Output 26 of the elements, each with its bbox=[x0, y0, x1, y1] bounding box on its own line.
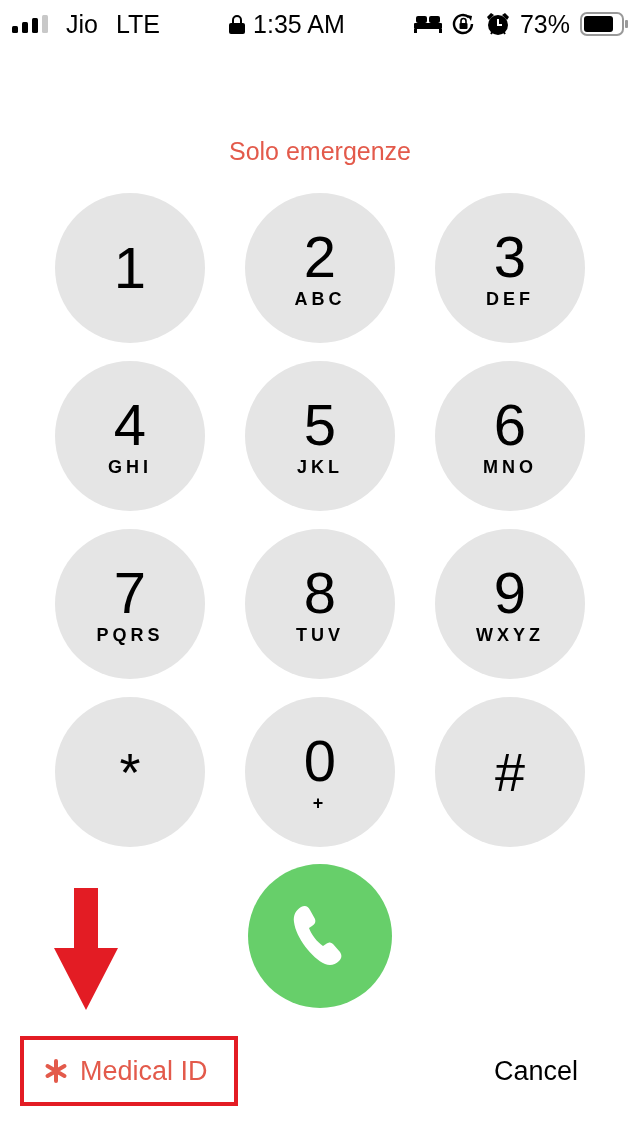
dial-key[interactable]: 9 WXYZ bbox=[435, 529, 585, 679]
rotation-lock-icon bbox=[451, 13, 476, 35]
dial-key[interactable]: * bbox=[55, 697, 205, 847]
cancel-button[interactable]: Cancel bbox=[493, 1055, 578, 1087]
lock-icon bbox=[229, 14, 246, 34]
asterisk-icon bbox=[44, 1059, 68, 1083]
bed-icon bbox=[413, 15, 442, 33]
dial-key[interactable]: 3 DEF bbox=[435, 193, 585, 343]
alarm-icon bbox=[485, 12, 510, 36]
dial-key[interactable]: 7 PQRS bbox=[55, 529, 205, 679]
battery-icon bbox=[580, 12, 628, 36]
emergency-only-label: Solo emergenze bbox=[228, 136, 412, 166]
dial-key[interactable]: 1 bbox=[55, 193, 205, 343]
dial-key[interactable]: 2 ABC bbox=[245, 193, 395, 343]
battery-percentage: 73% bbox=[519, 9, 570, 39]
medical-id-button[interactable]: Medical ID bbox=[24, 1055, 208, 1087]
dial-key[interactable]: 0 + bbox=[245, 697, 395, 847]
dial-key[interactable]: 5 JKL bbox=[245, 361, 395, 511]
network-type: LTE bbox=[115, 9, 160, 39]
clock-time: 1:35 AM bbox=[253, 9, 345, 39]
signal-icon bbox=[12, 15, 50, 33]
dial-key[interactable]: 4 GHI bbox=[55, 361, 205, 511]
dial-key[interactable]: # bbox=[435, 697, 585, 847]
dial-key[interactable]: 6 MNO bbox=[435, 361, 585, 511]
dial-key[interactable]: 8 TUV bbox=[245, 529, 395, 679]
carrier-name: Jio bbox=[66, 9, 98, 39]
